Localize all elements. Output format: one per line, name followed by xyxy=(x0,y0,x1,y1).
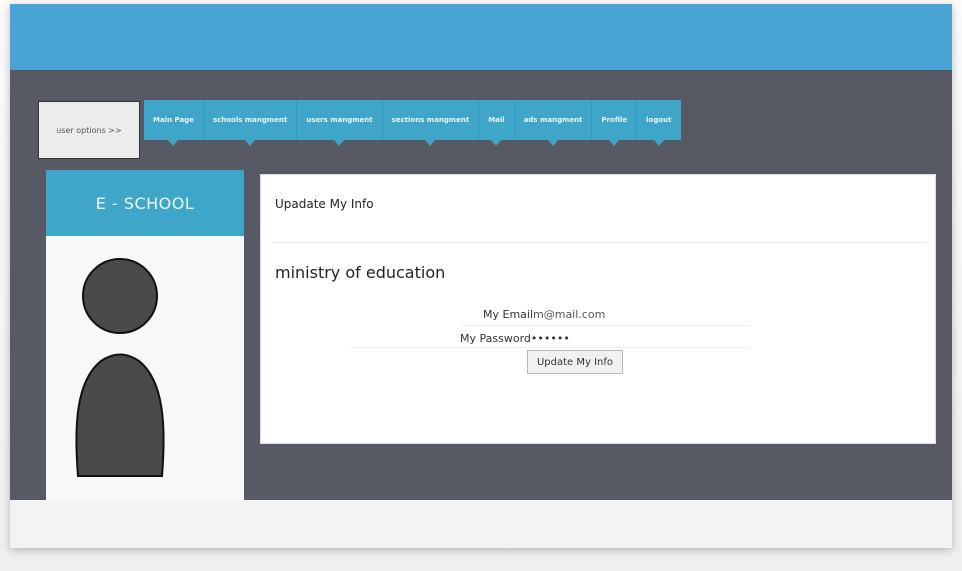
nav-logout[interactable]: logout xyxy=(637,100,680,146)
organization-name: ministry of education xyxy=(275,263,446,282)
top-banner xyxy=(10,4,952,70)
nav-mail[interactable]: Mail xyxy=(479,100,515,146)
nav-ads-management[interactable]: ads mangment xyxy=(515,100,593,146)
sidebar-panel: E - SCHOOL xyxy=(46,170,244,500)
password-value: •••••• xyxy=(530,332,570,345)
nav-main-page[interactable]: Main Page xyxy=(144,100,204,146)
email-value: m@mail.com xyxy=(533,308,606,321)
panel-title: Upadate My Info xyxy=(275,197,374,211)
password-field[interactable]: My Password•••••• xyxy=(460,332,570,345)
nav-sections-management[interactable]: sections mangment xyxy=(383,100,480,146)
faint-line xyxy=(351,347,751,348)
nav-profile[interactable]: Profile xyxy=(592,100,638,146)
user-avatar-icon xyxy=(75,258,165,477)
footer-area xyxy=(10,500,952,548)
update-info-panel: Upadate My Info ministry of education My… xyxy=(260,174,936,444)
panel-divider xyxy=(271,242,927,243)
user-options-button[interactable]: user options >> xyxy=(38,101,140,159)
browser-screen: user options >> Main Page schools mangme… xyxy=(10,4,952,548)
email-label: My Email xyxy=(483,308,534,321)
sidebar-title: E - SCHOOL xyxy=(46,170,244,236)
nav-schools-management[interactable]: schools mangment xyxy=(204,100,298,146)
photo-stage: user options >> Main Page schools mangme… xyxy=(0,0,962,571)
update-info-button[interactable]: Update My Info xyxy=(527,350,623,374)
email-field[interactable]: My Emailm@mail.com xyxy=(483,308,605,321)
faint-line xyxy=(461,325,751,326)
nav-users-management[interactable]: users mangment xyxy=(297,100,383,146)
password-label: My Password xyxy=(460,332,531,345)
main-navbar: Main Page schools mangment users mangmen… xyxy=(144,100,681,146)
